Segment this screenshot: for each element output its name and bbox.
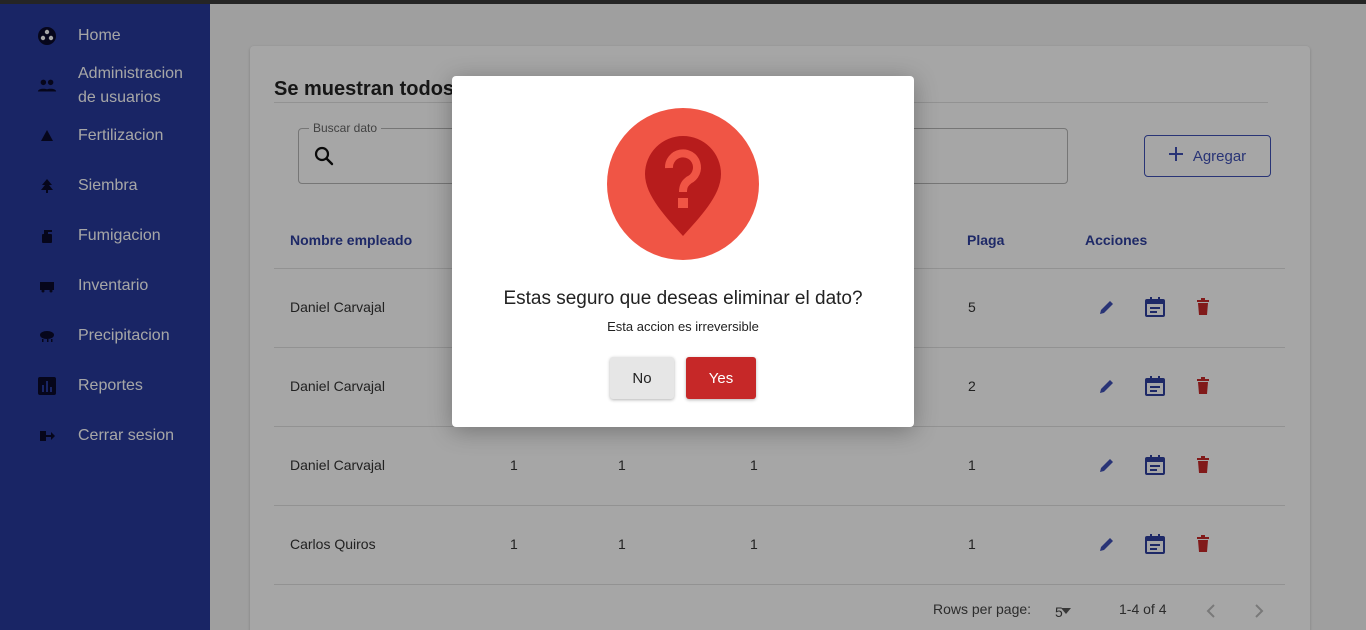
yes-button[interactable]: Yes bbox=[686, 357, 756, 399]
question-pin-icon bbox=[607, 108, 759, 260]
confirm-delete-dialog: Estas seguro que deseas eliminar el dato… bbox=[452, 76, 914, 427]
dialog-subtitle: Esta accion es irreversible bbox=[607, 319, 759, 334]
dialog-title: Estas seguro que deseas eliminar el dato… bbox=[503, 288, 863, 309]
no-button[interactable]: No bbox=[610, 357, 674, 399]
